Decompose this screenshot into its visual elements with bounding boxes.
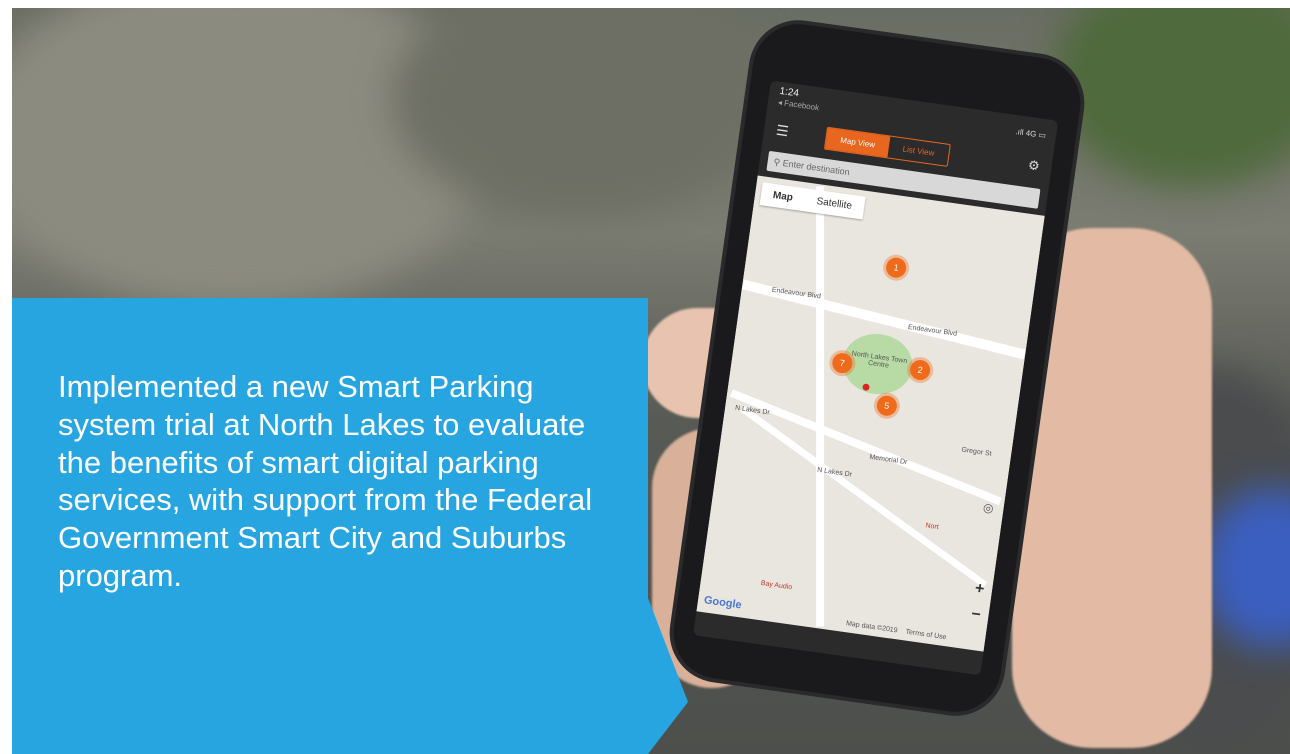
destination-marker-icon[interactable]: ● — [860, 378, 872, 397]
map-label: Terms of Use — [905, 628, 947, 642]
parking-cluster-pin[interactable]: 5 — [875, 394, 899, 418]
road — [740, 405, 988, 588]
google-logo: Google — [703, 594, 743, 612]
tab-satellite[interactable]: Satellite — [803, 188, 865, 219]
map-view[interactable]: Map Satellite Endeavour Blvd Endeavour B… — [696, 175, 1045, 652]
map-label: Bay Audio — [760, 579, 793, 592]
parking-cluster-pin[interactable]: 2 — [908, 358, 932, 382]
road — [816, 186, 825, 627]
map-label: Map data ©2019 — [845, 620, 898, 635]
map-label: Gregor St — [960, 446, 992, 458]
zoom-out-button[interactable]: − — [970, 606, 982, 625]
map-type-tabs: Map Satellite — [759, 182, 866, 220]
settings-toggle-icon[interactable]: ⚙ — [1027, 157, 1041, 174]
tab-map-view[interactable]: Map View — [825, 127, 891, 158]
search-placeholder: Enter destination — [782, 157, 851, 178]
map-label: Nort — [925, 522, 940, 532]
tab-list-view[interactable]: List View — [887, 137, 949, 166]
phone-screen: 1:24 ◂ Facebook .ıll 4G ▭ ☰ Map View Lis… — [693, 80, 1059, 676]
hamburger-icon[interactable]: ☰ — [775, 122, 790, 141]
zoom-in-button[interactable]: + — [974, 580, 986, 599]
caption-text: Implemented a new Smart Parking system t… — [58, 369, 593, 594]
map-label: Memorial Dr — [869, 453, 908, 467]
blurred-grass — [1052, 8, 1290, 188]
my-location-icon[interactable]: ◎ — [982, 500, 994, 515]
tab-map[interactable]: Map — [760, 182, 807, 211]
parking-cluster-pin[interactable]: 1 — [884, 256, 908, 279]
search-icon: ⚲ — [773, 156, 781, 168]
